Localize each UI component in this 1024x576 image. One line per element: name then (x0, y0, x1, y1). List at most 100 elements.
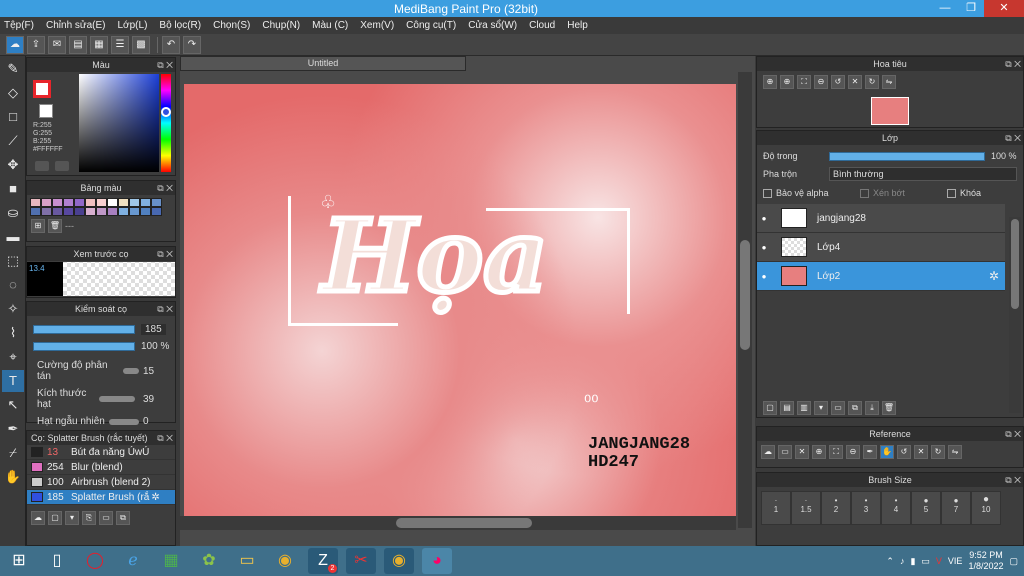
document-tab[interactable]: Untitled (180, 56, 466, 71)
brush-size-cell[interactable]: • 3 (851, 491, 881, 525)
flip-icon[interactable]: ⇋ (882, 75, 896, 89)
delete-color-icon[interactable]: 🗑 (48, 219, 62, 233)
add-color-icon[interactable]: ⊞ (31, 219, 45, 233)
cloud-brush-icon[interactable]: ☁ (31, 511, 45, 525)
opera-icon[interactable]: ◯ (80, 548, 110, 574)
eye-icon[interactable]: ● (757, 243, 771, 252)
palette-color-swatch[interactable] (41, 207, 52, 216)
cloud-icon[interactable]: ☁ (6, 35, 24, 54)
palette-color-swatch[interactable] (140, 207, 151, 216)
blend-mode-select[interactable]: Bình thường (829, 167, 1017, 181)
document-icon[interactable]: ▦ (90, 35, 108, 54)
eye-icon[interactable]: ● (757, 272, 771, 281)
rotate-right-icon[interactable]: ↻ (865, 75, 879, 89)
menu-snap[interactable]: Chụp(N) (262, 20, 300, 31)
new-8bit-layer-icon[interactable]: ▥ (797, 401, 811, 415)
app-icon[interactable]: ✿ (194, 548, 224, 574)
brush-item[interactable]: 100 Airbrush (blend 2) (27, 475, 175, 490)
gradient-tool-icon[interactable]: ▬ (2, 226, 24, 248)
maximize-button[interactable]: ❐ (958, 0, 984, 17)
layer-row[interactable]: ● jangjang28 (757, 204, 1005, 233)
brush-size-cell[interactable]: ● 5 (911, 491, 941, 525)
language-indicator[interactable]: VIE (948, 556, 963, 566)
brush-item-selected[interactable]: 185 Splatter Brush (rắ ✲ (27, 490, 175, 505)
horizontal-scrollbar-thumb[interactable] (396, 518, 532, 528)
menu-filter[interactable]: Bộ lọc(R) (159, 20, 201, 31)
magic-wand-tool-icon[interactable]: ✧ (2, 298, 24, 320)
brush-size-cell[interactable]: ● 7 (941, 491, 971, 525)
minimize-button[interactable]: — (932, 0, 958, 17)
comment-icon[interactable]: ✉ (48, 35, 66, 54)
palette-color-swatch[interactable] (118, 207, 129, 216)
palette-color-swatch[interactable] (63, 207, 74, 216)
layer-scrollbar[interactable] (1009, 217, 1021, 413)
panel-close-icon[interactable]: ⧉ ✕ (1005, 131, 1021, 145)
share-icon[interactable]: ⇪ (27, 35, 45, 54)
gear-icon[interactable]: ✲ (989, 269, 999, 283)
reference-reset-icon[interactable]: ✕ (914, 445, 928, 459)
layer-opacity-slider[interactable] (829, 151, 985, 161)
panel-close-icon[interactable]: ⧉ ✕ (1005, 473, 1021, 487)
menu-help[interactable]: Help (567, 20, 588, 31)
menu-color[interactable]: Màu (C) (312, 20, 348, 31)
folder-icon[interactable]: ▭ (99, 511, 113, 525)
panel-close-icon[interactable]: ⧉ ✕ (157, 431, 173, 445)
palette-color-swatch[interactable] (85, 207, 96, 216)
medibang-icon[interactable]: ◕ (422, 548, 452, 574)
palette-color-swatch[interactable] (107, 198, 118, 207)
select-tool-icon[interactable]: ⬚ (2, 250, 24, 272)
duplicate-icon[interactable]: ⧉ (116, 511, 130, 525)
menu-select[interactable]: Chọn(S) (213, 20, 250, 31)
palette-color-swatch[interactable] (85, 198, 96, 207)
eraser-tool-icon[interactable]: ◇ (2, 82, 24, 104)
menu-cloud[interactable]: Cloud (529, 20, 555, 31)
panel-close-icon[interactable]: ⧉ ✕ (1005, 427, 1021, 441)
undo-icon[interactable]: ↶ (162, 35, 180, 54)
clip-checkbox[interactable] (860, 188, 869, 198)
palette-color-swatch[interactable] (151, 198, 162, 207)
tray-arrow-icon[interactable]: ⌃ (886, 556, 894, 567)
duplicate-layer-icon[interactable]: ⧉ (848, 401, 862, 415)
reference-fit-icon[interactable]: ⛶ (829, 445, 843, 459)
palette-color-swatch[interactable] (63, 198, 74, 207)
battery-icon[interactable]: ▭ (921, 556, 930, 567)
zoom-out-icon[interactable]: ⊖ (814, 75, 828, 89)
operation-tool-icon[interactable]: ↖ (2, 394, 24, 416)
hue-slider-thumb[interactable] (161, 107, 171, 117)
vertical-scrollbar[interactable] (738, 72, 752, 528)
file-explorer-icon[interactable]: ▭ (232, 548, 262, 574)
brush-size-cell[interactable]: · 1 (761, 491, 791, 525)
menu-tools[interactable]: Công cụ(T) (406, 20, 456, 31)
bucket-tool-icon[interactable]: ⛀ (2, 202, 24, 224)
network-icon[interactable]: ▮ (910, 556, 915, 567)
select-eraser-tool-icon[interactable]: ⌖ (2, 346, 24, 368)
horizontal-scrollbar[interactable] (180, 516, 736, 530)
internet-explorer-icon[interactable]: ℯ (118, 548, 148, 574)
chrome-icon[interactable]: ◉ (270, 548, 300, 574)
chrome-profile-icon[interactable]: ◉ (384, 548, 414, 574)
pen-tool-icon[interactable]: ⟋ (2, 130, 24, 152)
close-button[interactable]: ✕ (984, 0, 1024, 17)
palette-color-swatch[interactable] (129, 198, 140, 207)
brush-tool-icon[interactable]: ✎ (2, 58, 24, 80)
zoom-in-icon[interactable]: ⊕ (780, 75, 794, 89)
menu-file[interactable]: Tệp(F) (4, 20, 34, 31)
palette-color-swatch[interactable] (129, 207, 140, 216)
navigator-thumbnail[interactable] (871, 97, 909, 125)
reference-zoom-out-icon[interactable]: ⊖ (846, 445, 860, 459)
palette-color-swatch[interactable] (74, 207, 85, 216)
dropper-tool-icon[interactable]: ⌿ (2, 442, 24, 464)
palette-color-swatch[interactable] (52, 198, 63, 207)
zoom-icon[interactable]: ⊕ (763, 75, 777, 89)
reference-hand-icon[interactable]: ✋ (880, 445, 894, 459)
fill-rect-tool-icon[interactable]: ■ (2, 178, 24, 200)
reference-zoom-in-icon[interactable]: ⊕ (812, 445, 826, 459)
layer-folder-icon[interactable]: ▭ (831, 401, 845, 415)
brush-size-cell[interactable]: • 2 (821, 491, 851, 525)
close-reference-icon[interactable]: ✕ (795, 445, 809, 459)
panel-close-icon[interactable]: ⧉ ✕ (1005, 57, 1021, 71)
grid-icon[interactable]: ▩ (132, 35, 150, 54)
brush-item[interactable]: 254 Blur (blend) (27, 460, 175, 475)
artwork-canvas[interactable]: Họa ♧ ⁰⁰ JANGJANG28 HD247 (184, 84, 736, 529)
palette-color-swatch[interactable] (140, 198, 151, 207)
